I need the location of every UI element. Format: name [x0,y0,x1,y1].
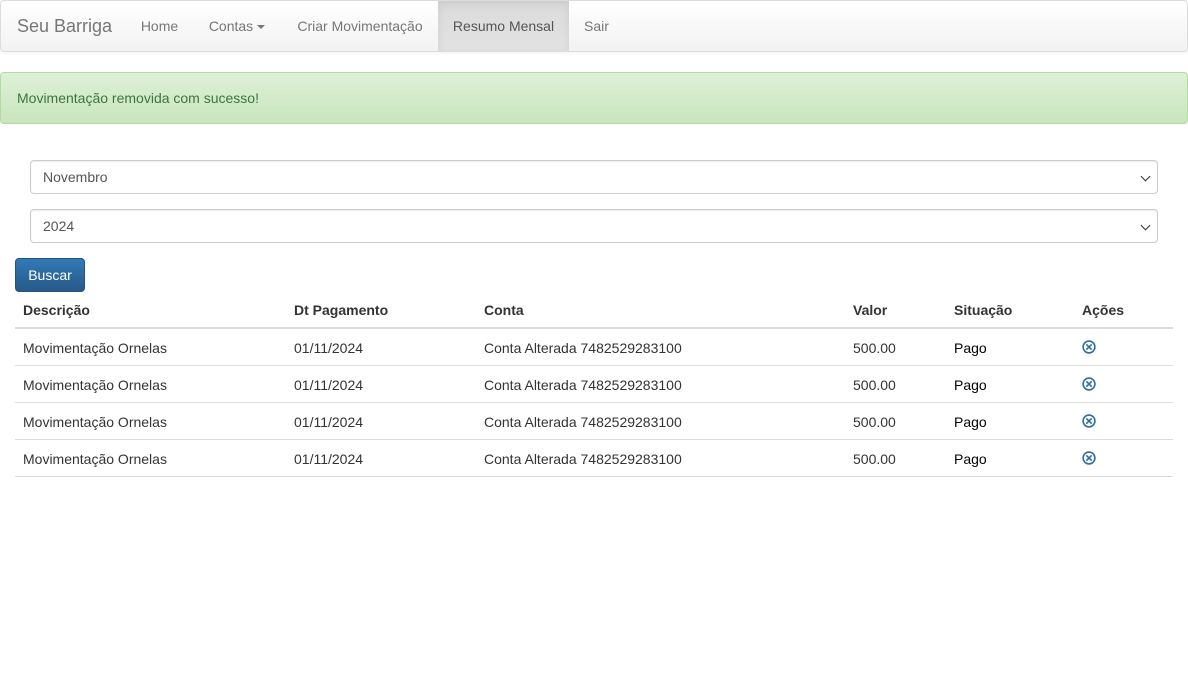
nav-item-label: Criar Movimentação [297,18,423,34]
column-header-situacao: Situação [954,302,1013,318]
cell-conta: Conta Alterada 7482529283100 [484,414,682,430]
nav-item-label: Sair [584,18,609,34]
nav-item-label: Resumo Mensal [452,18,555,34]
chevron-down-icon [1140,220,1151,231]
year-select[interactable]: 2024 [30,209,1158,243]
cell-situacao: Pago [954,340,987,356]
nav-item-contas-dropdown[interactable]: Contas [193,1,281,51]
navbar: Seu Barriga Home Contas Criar Movimentaç… [0,0,1188,52]
month-select-value: Novembro [43,169,108,185]
nav-item-label: Home [140,18,179,34]
table-row: Movimentação Ornelas 01/11/2024 Conta Al… [15,366,1173,403]
cell-dt-pagamento: 01/11/2024 [294,377,364,393]
cell-dt-pagamento: 01/11/2024 [294,414,364,430]
nav-item-home[interactable]: Home [128,1,191,51]
nav-item-label: Contas [208,18,254,34]
remove-circle-icon[interactable] [1082,451,1096,465]
column-header-conta: Conta [484,302,524,318]
caret-down-icon [257,25,266,30]
cell-conta: Conta Alterada 7482529283100 [484,340,682,356]
cell-descricao: Movimentação Ornelas [23,377,167,393]
cell-situacao: Pago [954,377,987,393]
remove-circle-icon[interactable] [1082,340,1096,354]
table-row: Movimentação Ornelas 01/11/2024 Conta Al… [15,440,1173,477]
cell-descricao: Movimentação Ornelas [23,451,167,467]
movements-table: Descrição Dt Pagamento Conta Valor Situa… [15,292,1173,477]
year-select-value: 2024 [43,218,75,234]
cell-valor: 500.00 [853,451,896,467]
navbar-brand[interactable]: Seu Barriga [17,1,112,51]
chevron-down-icon [1140,171,1151,182]
month-select[interactable]: Novembro [30,160,1158,194]
cell-descricao: Movimentação Ornelas [23,414,167,430]
column-header-dt-pagamento: Dt Pagamento [294,302,389,318]
column-header-acoes: Ações [1082,302,1125,318]
cell-valor: 500.00 [853,340,896,356]
table-row: Movimentação Ornelas 01/11/2024 Conta Al… [15,403,1173,440]
cell-situacao: Pago [954,414,987,430]
cell-conta: Conta Alterada 7482529283100 [484,377,682,393]
success-alert: Movimentação removida com sucesso! [0,72,1188,124]
search-button[interactable]: Buscar [15,258,85,292]
cell-descricao: Movimentação Ornelas [23,340,167,356]
remove-circle-icon[interactable] [1082,377,1096,391]
cell-dt-pagamento: 01/11/2024 [294,451,364,467]
table-row: Movimentação Ornelas 01/11/2024 Conta Al… [15,329,1173,366]
cell-dt-pagamento: 01/11/2024 [294,340,364,356]
column-header-valor: Valor [853,302,888,318]
column-header-descricao: Descrição [23,302,90,318]
cell-situacao: Pago [954,451,987,467]
cell-conta: Conta Alterada 7482529283100 [484,451,682,467]
remove-circle-icon[interactable] [1082,414,1096,428]
cell-valor: 500.00 [853,377,896,393]
alert-message: Movimentação removida com sucesso! [17,90,259,106]
cell-valor: 500.00 [853,414,896,430]
nav-item-criar-movimentacao[interactable]: Criar Movimentação [283,1,437,51]
nav-item-resumo-mensal[interactable]: Resumo Mensal [438,1,569,51]
nav-item-sair[interactable]: Sair [570,1,623,51]
table-header: Descrição Dt Pagamento Conta Valor Situa… [15,292,1173,329]
